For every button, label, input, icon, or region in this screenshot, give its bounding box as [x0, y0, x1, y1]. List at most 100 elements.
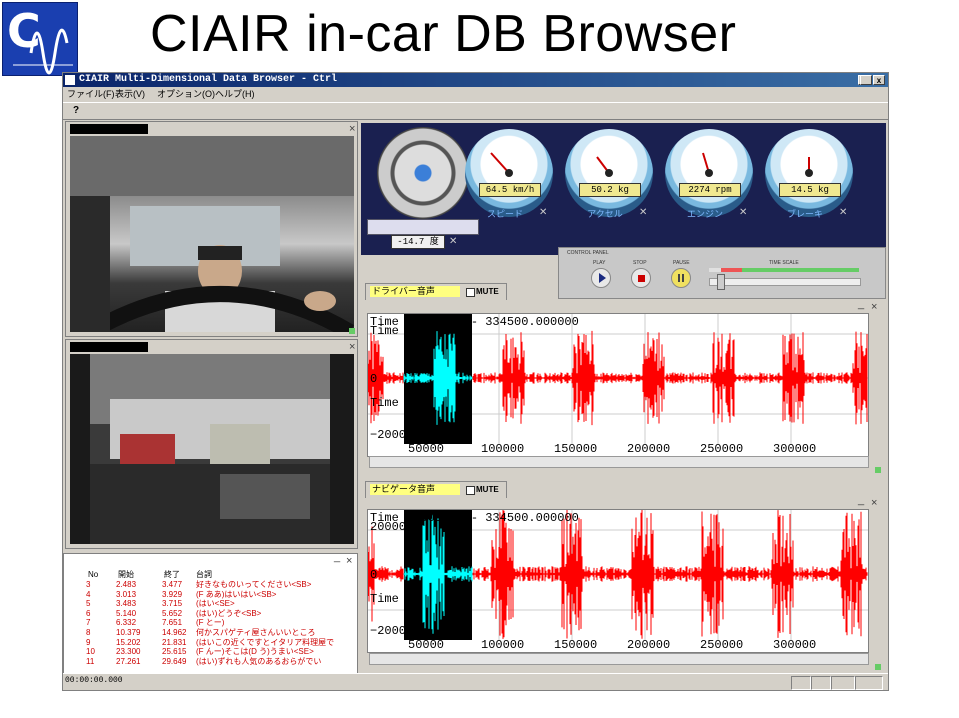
row-start: 5.140: [116, 608, 137, 618]
slider-thumb[interactable]: [717, 274, 725, 290]
video-label: [70, 124, 148, 134]
menu-options[interactable]: オプション(O): [157, 87, 215, 101]
gauge-label: スピード: [486, 209, 523, 219]
menu-file[interactable]: ファイル(F): [67, 87, 115, 101]
control-panel-title: CONTROL PANEL: [567, 250, 609, 256]
engine-gauge-icon: 2274 rpm エンジン ✕: [665, 129, 755, 239]
row-end: 29.649: [162, 656, 187, 666]
driver-video: [70, 136, 354, 332]
row-speech: 好きなものいってください<SB>: [196, 580, 312, 589]
mute-label: MUTE: [476, 485, 499, 494]
stop-button[interactable]: [631, 268, 651, 288]
gauge-label: エンジン: [686, 209, 723, 219]
row-no: 3: [86, 580, 91, 589]
row-end: 5.652: [162, 608, 183, 618]
road-video: [70, 354, 354, 544]
x-tick-label: 250000: [700, 442, 743, 456]
table-row[interactable]: 11 27.261 29.649 (はい)ずれも人気のあるおらがでい: [72, 657, 334, 666]
row-end: 14.962: [162, 628, 187, 637]
table-row[interactable]: 8 10.379 14.962 何かスパゲティ屋さんいいところ: [72, 628, 334, 637]
restore-button[interactable]: [860, 75, 872, 85]
x-tick-label: 100000: [481, 442, 524, 456]
time-scale-slider[interactable]: [709, 278, 861, 286]
horizontal-scrollbar[interactable]: [369, 456, 869, 468]
minimize-pane-icon[interactable]: _: [858, 494, 864, 506]
resize-grip[interactable]: [349, 328, 355, 334]
gauge-panel: -14.7 度 ✕ 64.5 km/h スピード ✕ 50.2 kg アクセル ✕ 2274…: [361, 123, 886, 255]
y-tick-label: Time: [370, 592, 399, 606]
row-speech: (はい<SE>: [196, 599, 235, 609]
pause-button[interactable]: [671, 268, 691, 288]
minimize-pane-icon[interactable]: _: [858, 298, 864, 310]
mute-checkbox[interactable]: [466, 288, 475, 297]
row-no: 7: [86, 618, 91, 628]
gauge-value: 2274 rpm: [679, 183, 741, 197]
table-row[interactable]: 10 23.300 25.615 (F んー)そこは(D う)うまい<SE>: [72, 647, 334, 656]
row-start: 15.202: [116, 637, 141, 647]
row-no: 11: [86, 656, 95, 666]
row-end: 25.615: [162, 647, 187, 657]
close-gauge-icon[interactable]: ✕: [739, 207, 747, 218]
row-speech: 何かスパゲティ屋さんいいところ: [196, 628, 316, 637]
row-start: 3.483: [116, 599, 137, 609]
row-speech: (F とー): [196, 618, 225, 628]
navigator-audio-label: ナビゲータ音声: [370, 484, 460, 495]
play-button[interactable]: [591, 268, 611, 288]
play-icon: [599, 273, 606, 283]
road-video-frame: [70, 354, 354, 544]
y-tick-label: Time: [370, 396, 399, 410]
col-speech: 台詞: [196, 570, 212, 579]
table-row[interactable]: 6 5.140 5.652 (はい)どうぞ<SB>: [72, 609, 334, 618]
row-end: 3.477: [162, 580, 183, 589]
table-row[interactable]: 7 6.332 7.651 (F とー): [72, 618, 334, 627]
close-pane-icon[interactable]: ×: [349, 341, 355, 353]
navigator-audio-tab[interactable]: ナビゲータ音声 MUTE: [365, 481, 507, 498]
driver-waveform[interactable]: Time 0 Time −20000 50000 100000 150000 200000 25…: [367, 313, 869, 457]
time-range: Time 0.000000 - 334500.000000: [370, 315, 579, 329]
resize-grip[interactable]: [875, 467, 881, 473]
mute-checkbox[interactable]: [466, 486, 475, 495]
pause-icon: [678, 274, 684, 282]
row-speech: (F んー)そこは(D う)うまい<SE>: [196, 647, 314, 657]
menu-view[interactable]: 表示(V): [115, 87, 145, 101]
horizontal-scrollbar[interactable]: [369, 653, 869, 665]
slide-title: CIAIR in-car DB Browser: [150, 5, 737, 63]
close-pane-icon[interactable]: ×: [349, 123, 355, 135]
table-row[interactable]: 3 2.483 3.477 好きなものいってください<SB>: [72, 580, 334, 589]
x-tick-label: 250000: [700, 638, 743, 652]
close-gauge-icon[interactable]: ✕: [639, 207, 647, 218]
close-gauge-icon[interactable]: ✕: [539, 207, 547, 218]
row-speech: (はい)ずれも人気のあるおらがでい: [196, 656, 322, 666]
stop-icon: [638, 275, 645, 282]
time-range: Time 0.000000 - 334500.000000: [370, 511, 579, 525]
gauge-label: アクセル: [587, 209, 623, 219]
driver-audio-tab[interactable]: ドライバー音声 MUTE: [365, 283, 507, 300]
close-gauge-icon[interactable]: ✕: [449, 236, 457, 247]
minimize-pane-icon[interactable]: _: [334, 551, 340, 563]
close-pane-icon[interactable]: ×: [346, 555, 352, 567]
x-tick-label: 50000: [408, 442, 444, 456]
y-tick-label: −20000: [370, 428, 413, 442]
close-button[interactable]: x: [873, 75, 885, 85]
row-no: 9: [86, 637, 91, 647]
accel-gauge-icon: 50.2 kg アクセル ✕: [565, 129, 655, 239]
navigator-waveform[interactable]: 20000 0 Time −20000 50000 100000 150000 200000 2…: [367, 509, 869, 653]
table-row[interactable]: 9 15.202 21.831 (はいこの近くですとイタリア料理屋で: [72, 638, 334, 647]
resize-grip[interactable]: [875, 664, 881, 670]
y-tick-label: 0: [370, 372, 377, 386]
row-end: 7.651: [162, 618, 183, 628]
help-icon[interactable]: ?: [69, 105, 83, 117]
x-tick-label: 50000: [408, 638, 444, 652]
menu-help[interactable]: ヘルプ(H): [215, 87, 255, 101]
table-row[interactable]: 5 3.483 3.715 (はい<SE>: [72, 599, 334, 608]
svg-text:C: C: [7, 4, 41, 58]
gauge-needle: [805, 157, 813, 177]
close-pane-icon[interactable]: ×: [871, 301, 877, 313]
col-start: 開始: [118, 570, 134, 579]
gauge-label: ブレーキ: [786, 209, 823, 219]
close-gauge-icon[interactable]: ✕: [839, 207, 847, 218]
x-tick-label: 300000: [773, 442, 816, 456]
row-no: 10: [86, 647, 95, 657]
table-row[interactable]: 4 3.013 3.929 (F ああ)はいはい<SB>: [72, 590, 334, 599]
close-pane-icon[interactable]: ×: [871, 497, 877, 509]
